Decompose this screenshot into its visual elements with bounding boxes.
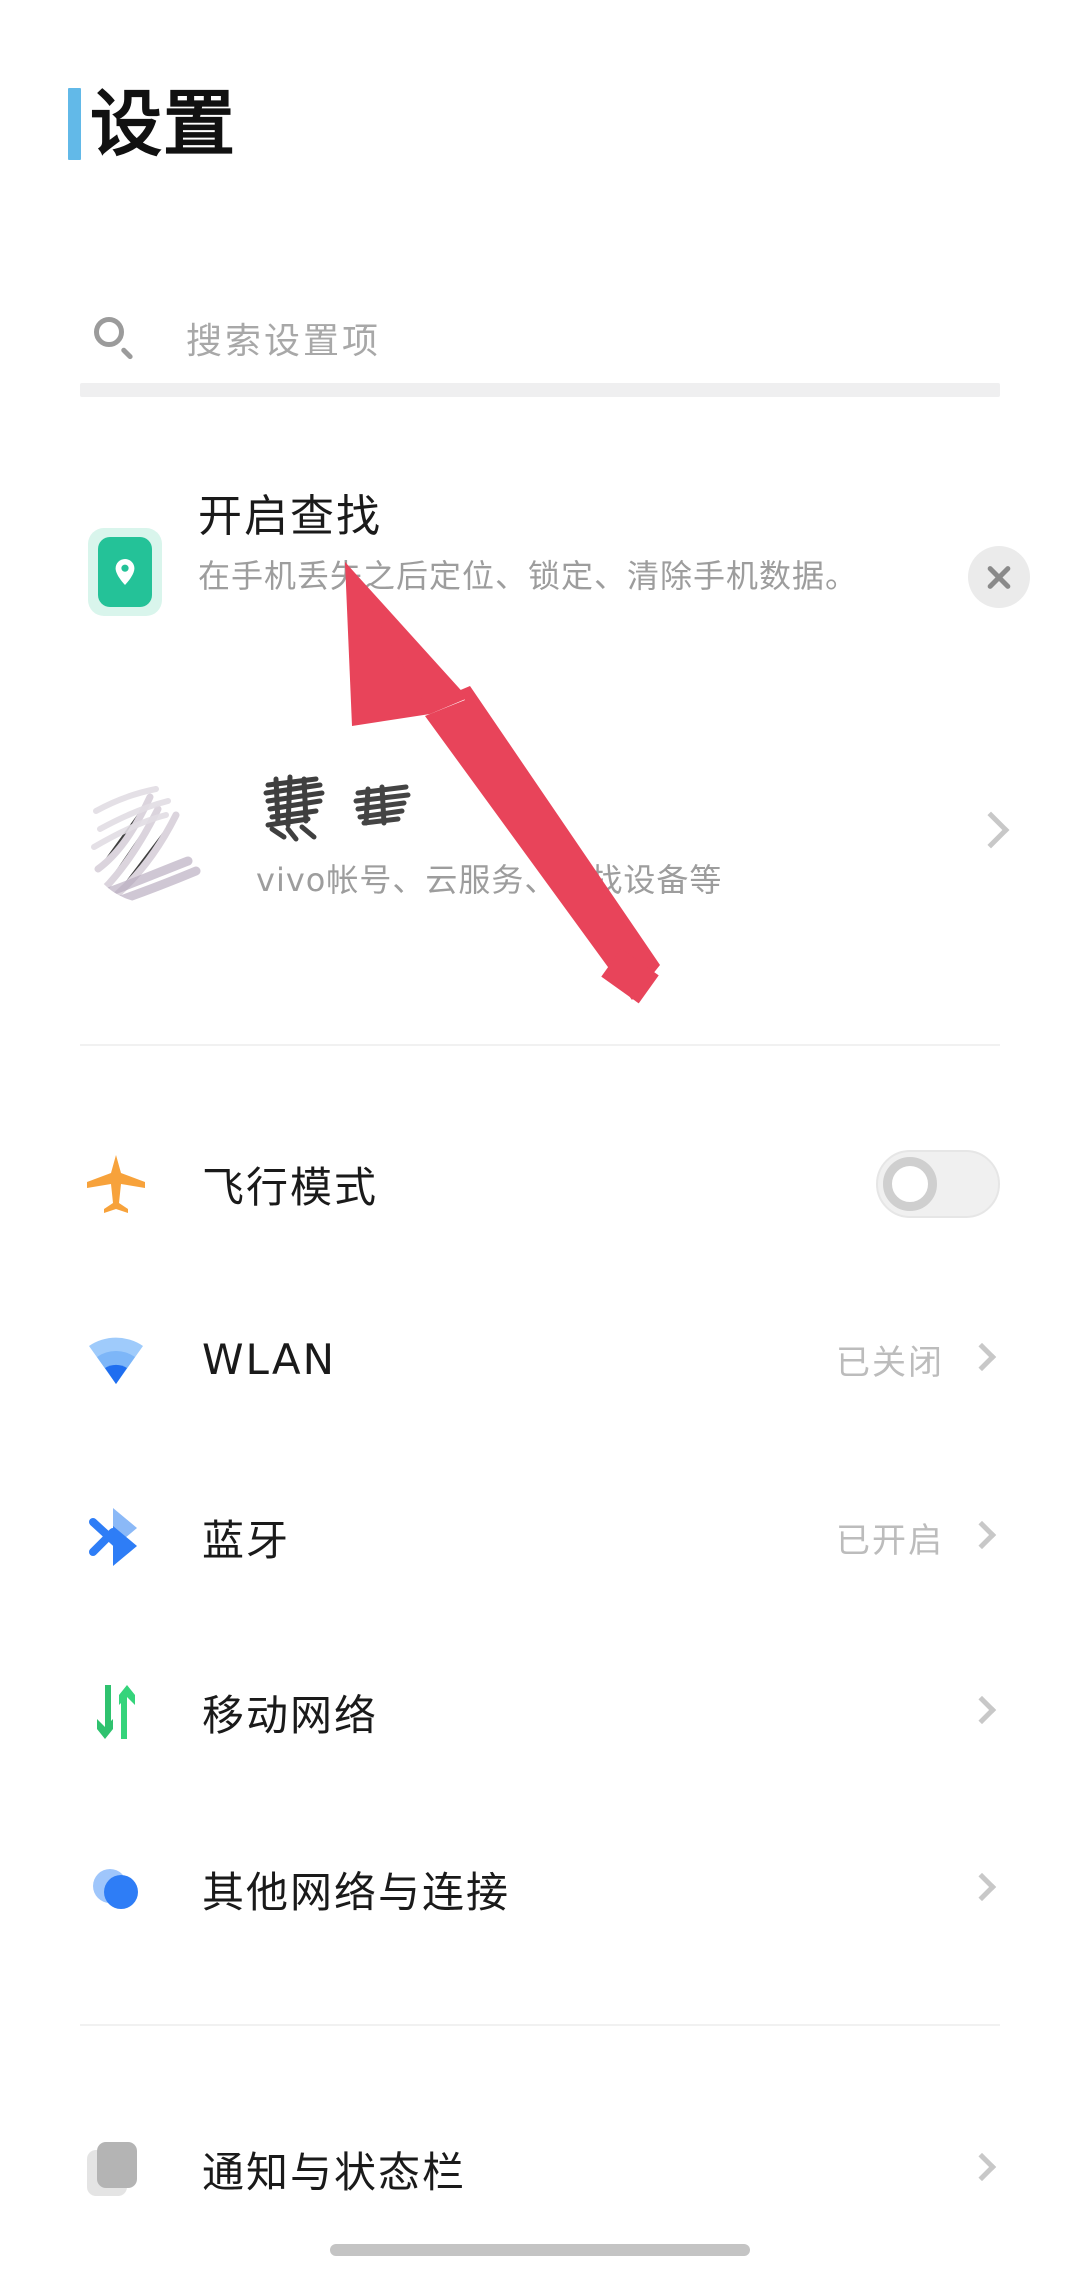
settings-row-airplane-mode[interactable]: 飞行模式 bbox=[80, 1125, 1000, 1243]
settings-row-notifications[interactable]: 通知与状态栏 bbox=[80, 2110, 1000, 2228]
row-control bbox=[944, 2152, 1000, 2186]
bluetooth-status: 已开启 bbox=[836, 1520, 944, 1561]
settings-row-label: 蓝牙 bbox=[202, 1515, 291, 1565]
search-bar[interactable]: 搜索设置项 bbox=[80, 300, 1000, 376]
chevron-right-icon bbox=[966, 1872, 1000, 1906]
airplane-icon bbox=[80, 1148, 152, 1220]
chevron-right-icon bbox=[966, 1695, 1000, 1729]
settings-row-other-networks[interactable]: 其他网络与连接 bbox=[80, 1830, 1000, 1948]
other-network-icon bbox=[80, 1853, 152, 1925]
wlan-status: 已关闭 bbox=[836, 1342, 944, 1383]
page-title: 设置 bbox=[90, 82, 237, 166]
settings-row-label: 飞行模式 bbox=[202, 1162, 379, 1212]
chevron-right-icon bbox=[966, 1342, 1000, 1376]
section-divider bbox=[80, 1044, 1000, 1046]
avatar bbox=[84, 771, 216, 903]
chevron-right-icon bbox=[966, 2152, 1000, 2186]
notification-bar-icon bbox=[80, 2133, 152, 2205]
row-control: 已开启 bbox=[836, 1513, 1000, 1562]
title-accent-bar bbox=[68, 88, 81, 160]
home-indicator bbox=[330, 2244, 750, 2256]
account-name-redacted bbox=[258, 771, 458, 845]
settings-row-label: 移动网络 bbox=[202, 1690, 379, 1740]
mobile-data-icon bbox=[80, 1676, 152, 1748]
account-row[interactable]: vivo帐号、云服务、查找设备等 bbox=[80, 735, 1000, 955]
account-subtitle: vivo帐号、云服务、查找设备等 bbox=[256, 861, 723, 899]
bluetooth-icon bbox=[80, 1501, 152, 1573]
settings-row-label: 其他网络与连接 bbox=[202, 1867, 511, 1917]
search-input[interactable]: 搜索设置项 bbox=[186, 312, 381, 364]
promo-title: 开启查找 bbox=[198, 491, 382, 542]
airplane-mode-toggle[interactable] bbox=[876, 1150, 1000, 1218]
find-my-phone-icon bbox=[88, 528, 162, 616]
row-control bbox=[876, 1150, 1000, 1218]
row-control bbox=[944, 1695, 1000, 1729]
section-divider bbox=[80, 2024, 1000, 2026]
chevron-right-icon bbox=[970, 810, 1014, 854]
chevron-right-icon bbox=[966, 1520, 1000, 1554]
page-header: 设置 bbox=[68, 78, 236, 170]
find-device-promo-card[interactable]: 开启查找 在手机丢失之后定位、锁定、清除手机数据。 bbox=[80, 490, 1030, 690]
row-control bbox=[944, 1872, 1000, 1906]
settings-row-wlan[interactable]: WLAN 已关闭 bbox=[80, 1300, 1000, 1418]
settings-row-mobile-network[interactable]: 移动网络 bbox=[80, 1653, 1000, 1771]
wifi-icon bbox=[80, 1323, 152, 1395]
promo-text-block: 开启查找 在手机丢失之后定位、锁定、清除手机数据。 bbox=[198, 490, 898, 600]
settings-row-label: 通知与状态栏 bbox=[202, 2147, 467, 2197]
settings-row-label: WLAN bbox=[202, 1334, 337, 1384]
close-icon[interactable] bbox=[968, 546, 1030, 608]
search-underline bbox=[80, 383, 1000, 397]
settings-row-bluetooth[interactable]: 蓝牙 已开启 bbox=[80, 1478, 1000, 1596]
search-icon bbox=[92, 315, 138, 361]
promo-description: 在手机丢失之后定位、锁定、清除手机数据。 bbox=[198, 557, 859, 595]
location-pin-icon bbox=[115, 559, 135, 585]
row-control: 已关闭 bbox=[836, 1335, 1000, 1384]
